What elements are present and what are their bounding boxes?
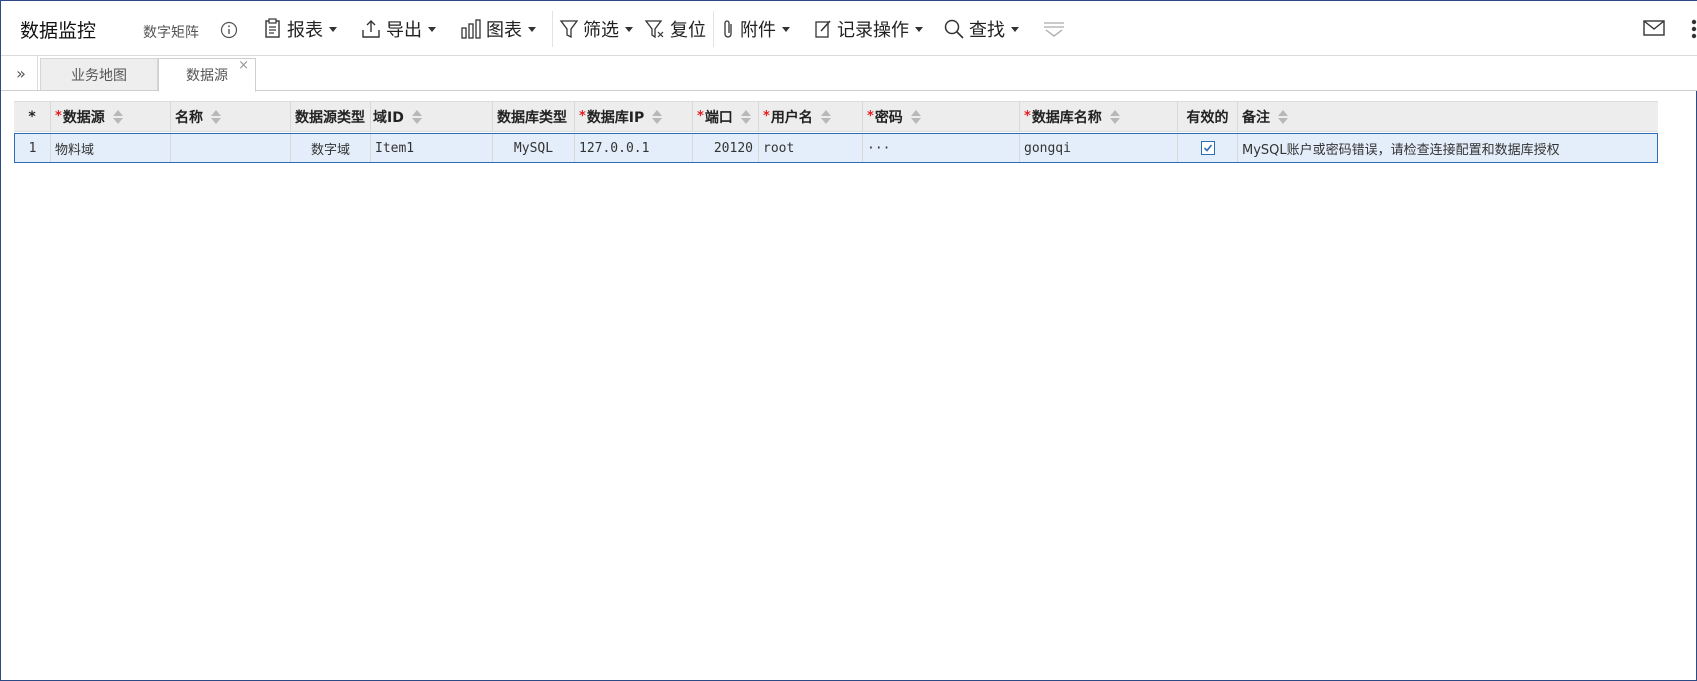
report-button[interactable]: 报表: [263, 15, 337, 43]
grid-header: * * 数据源 名称 数据源类型 域ID 数据库类型 * 数据库IP * 端口 * 用户…: [14, 101, 1658, 132]
tab-label: 业务地图: [71, 67, 127, 84]
sort-icon[interactable]: [820, 109, 832, 125]
sort-icon[interactable]: [1109, 109, 1121, 125]
more-vertical-icon[interactable]: [1691, 16, 1697, 40]
required-marker: *: [55, 109, 62, 124]
app-title: 数据监控: [20, 20, 97, 42]
column-header-remark[interactable]: 备注: [1238, 102, 1658, 131]
chevron-down-icon: [428, 26, 436, 32]
tab-data-source[interactable]: 数据源 ×: [158, 58, 256, 92]
sort-icon[interactable]: [1277, 109, 1289, 125]
cell-password[interactable]: ···: [863, 134, 1020, 162]
expand-sidebar-icon[interactable]: »: [5, 56, 38, 90]
cell-db-ip[interactable]: 127.0.0.1: [575, 134, 693, 162]
filter-button[interactable]: 筛选: [559, 15, 633, 43]
table-row[interactable]: 1 物料域 数字域 Item1 MySQL 127.0.0.1 20120 ro…: [14, 133, 1658, 163]
search-label: 查找: [969, 20, 1005, 41]
attachment-button[interactable]: 附件: [722, 15, 790, 43]
valid-checkbox[interactable]: [1200, 141, 1215, 155]
required-marker: *: [697, 109, 704, 124]
record-ops-label: 记录操作: [837, 20, 909, 41]
cell-data-source[interactable]: 物料域: [51, 134, 171, 162]
paperclip-icon: [724, 20, 732, 38]
cell-db-type[interactable]: MySQL: [493, 134, 575, 162]
report-icon: [265, 18, 280, 38]
column-header-db-type[interactable]: 数据库类型: [493, 102, 575, 131]
chevron-down-icon: [782, 26, 790, 32]
column-header-port[interactable]: * 端口: [693, 102, 759, 131]
mail-icon[interactable]: [1642, 18, 1666, 38]
column-header-valid[interactable]: 有效的: [1178, 102, 1238, 131]
row-index: 1: [15, 134, 51, 162]
tab-label: 数据源: [186, 68, 228, 84]
chevron-down-icon: [625, 26, 633, 32]
column-header-domain-id[interactable]: 域ID: [371, 102, 493, 131]
cell-username[interactable]: root: [759, 134, 863, 162]
toolbar-divider: [552, 11, 553, 47]
column-header-name[interactable]: 名称: [171, 102, 291, 131]
clear-filter-icon: [644, 20, 664, 39]
sort-icon[interactable]: [740, 109, 752, 125]
chevron-down-icon: [1011, 26, 1019, 32]
required-marker: *: [867, 109, 874, 124]
filter-label: 筛选: [583, 20, 619, 41]
reset-label: 复位: [670, 20, 706, 41]
chevron-down-icon: [329, 26, 337, 32]
bar-chart-icon: [461, 19, 481, 39]
info-icon[interactable]: [220, 21, 238, 39]
reset-filter-button[interactable]: 复位: [644, 15, 706, 43]
cell-domain-id[interactable]: Item1: [371, 134, 493, 162]
export-icon: [362, 20, 380, 38]
export-label: 导出: [386, 20, 422, 41]
column-header-db-name[interactable]: * 数据库名称: [1020, 102, 1178, 131]
app-subtitle: 数字矩阵: [143, 25, 199, 41]
data-grid: * * 数据源 名称 数据源类型 域ID 数据库类型 * 数据库IP * 端口 * 用户…: [14, 101, 1658, 163]
chevron-down-icon: [915, 26, 923, 32]
export-button[interactable]: 导出: [360, 15, 436, 43]
search-button[interactable]: 查找: [943, 15, 1019, 43]
column-header-source-type[interactable]: 数据源类型: [291, 102, 371, 131]
filter-icon: [559, 20, 579, 39]
cell-source-type[interactable]: 数字域: [291, 134, 371, 162]
required-marker: *: [763, 109, 770, 124]
tab-business-map[interactable]: 业务地图: [40, 58, 158, 90]
report-label: 报表: [287, 20, 323, 41]
chevron-down-icon: [528, 26, 536, 32]
sort-icon[interactable]: [910, 109, 922, 125]
sort-icon[interactable]: [210, 109, 222, 125]
close-icon[interactable]: ×: [238, 58, 249, 73]
required-marker: *: [1024, 109, 1031, 124]
column-header-username[interactable]: * 用户名: [759, 102, 863, 131]
cell-port[interactable]: 20120: [693, 134, 759, 162]
collapse-toolbar-button[interactable]: [1042, 15, 1070, 43]
sort-icon[interactable]: [651, 109, 663, 125]
sort-icon[interactable]: [411, 109, 423, 125]
chart-label: 图表: [486, 20, 522, 41]
cell-name[interactable]: [171, 134, 291, 162]
tab-bar: » 业务地图 数据源 ×: [1, 56, 1697, 92]
record-ops-button[interactable]: 记录操作: [813, 15, 923, 43]
checkmark-icon: [1203, 144, 1212, 152]
toolbar-divider: [713, 11, 714, 47]
top-toolbar: 数据监控 数字矩阵 报表 导出 图表 筛选 复位 附件 记录操作 查找: [1, 1, 1697, 56]
sort-icon[interactable]: [112, 109, 124, 125]
column-header-selector[interactable]: *: [14, 102, 51, 131]
cell-remark[interactable]: MySQL账户或密码错误，请检查连接配置和数据库授权: [1238, 134, 1657, 162]
search-icon: [944, 19, 964, 39]
chart-button[interactable]: 图表: [460, 15, 536, 43]
collapse-icon: [1044, 22, 1064, 37]
attachment-label: 附件: [740, 20, 776, 41]
cell-valid[interactable]: [1178, 134, 1238, 162]
cell-db-name[interactable]: gongqi: [1020, 134, 1178, 162]
edit-record-icon: [815, 20, 831, 38]
column-header-password[interactable]: * 密码: [863, 102, 1020, 131]
column-header-db-ip[interactable]: * 数据库IP: [575, 102, 693, 131]
column-header-data-source[interactable]: * 数据源: [51, 102, 171, 131]
required-marker: *: [579, 109, 586, 124]
